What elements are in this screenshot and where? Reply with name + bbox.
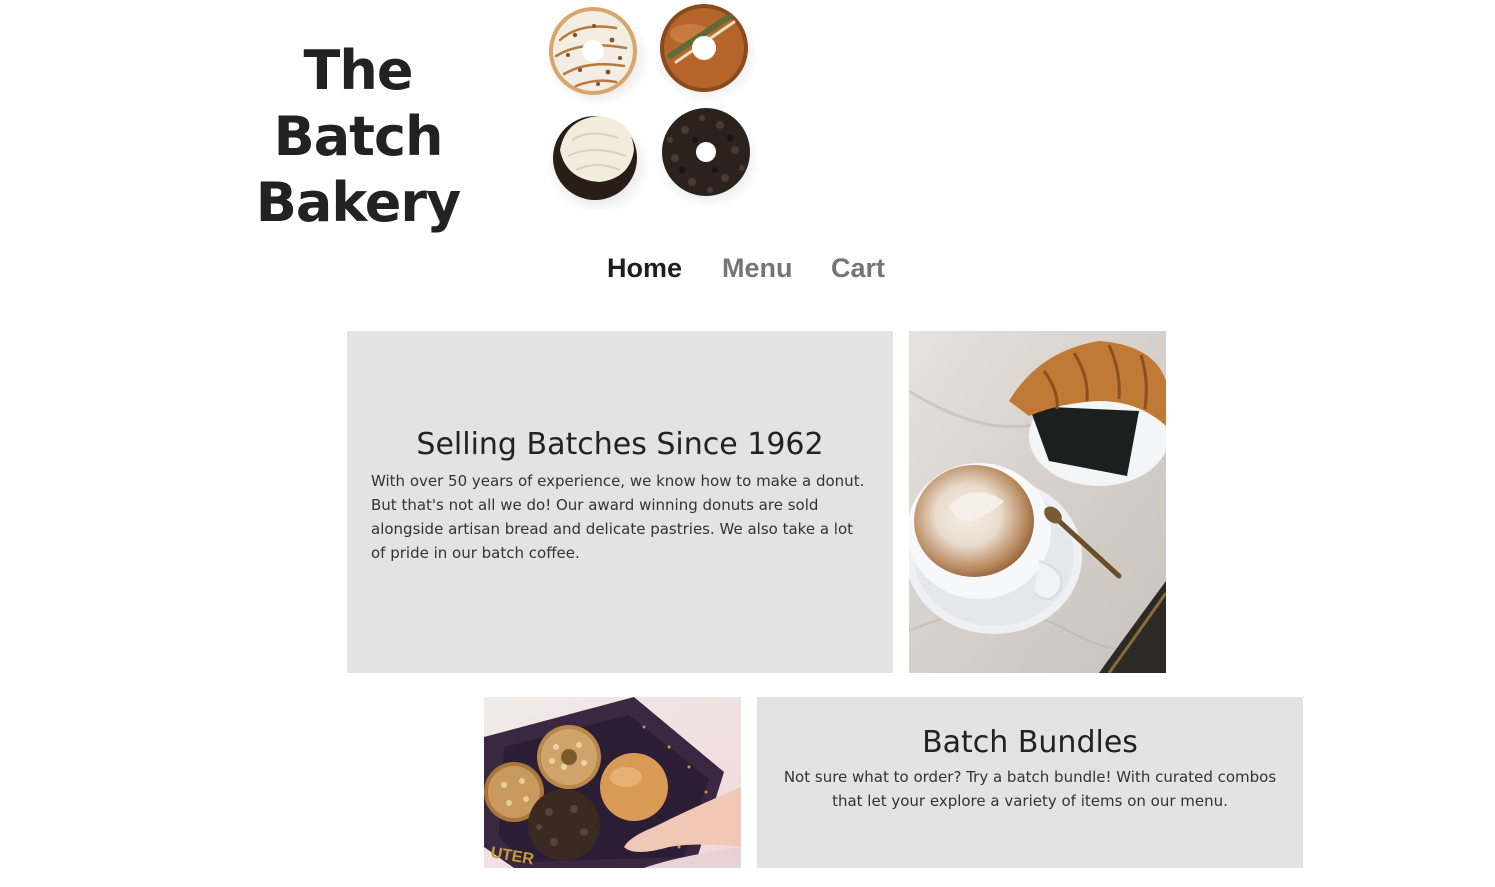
site-title: The Batch Bakery <box>218 38 498 236</box>
four-donuts-logo-icon <box>520 0 770 214</box>
intro-heading: Selling Batches Since 1962 <box>416 427 824 462</box>
nav-home-link[interactable]: Home <box>607 250 682 286</box>
bundles-description: Not sure what to order? Try a batch bund… <box>783 768 1277 810</box>
nav-menu-link[interactable]: Menu <box>722 250 793 286</box>
main-nav: Home Menu Cart <box>0 250 1495 286</box>
bundles-heading: Batch Bundles <box>922 725 1138 760</box>
nav-cart-link[interactable]: Cart <box>831 250 885 286</box>
site-title-line-2: Bakery <box>255 171 462 234</box>
site-title-line-1: The Batch <box>273 39 444 168</box>
donut-box-photo-icon: UTER <box>484 697 741 868</box>
intro-description: With over 50 years of experience, we kno… <box>371 472 865 562</box>
bundles-card: Batch Bundles Not sure what to order? Tr… <box>757 697 1303 868</box>
coffee-croissant-photo-icon <box>909 331 1166 673</box>
intro-card: Selling Batches Since 1962 With over 50 … <box>347 331 893 673</box>
